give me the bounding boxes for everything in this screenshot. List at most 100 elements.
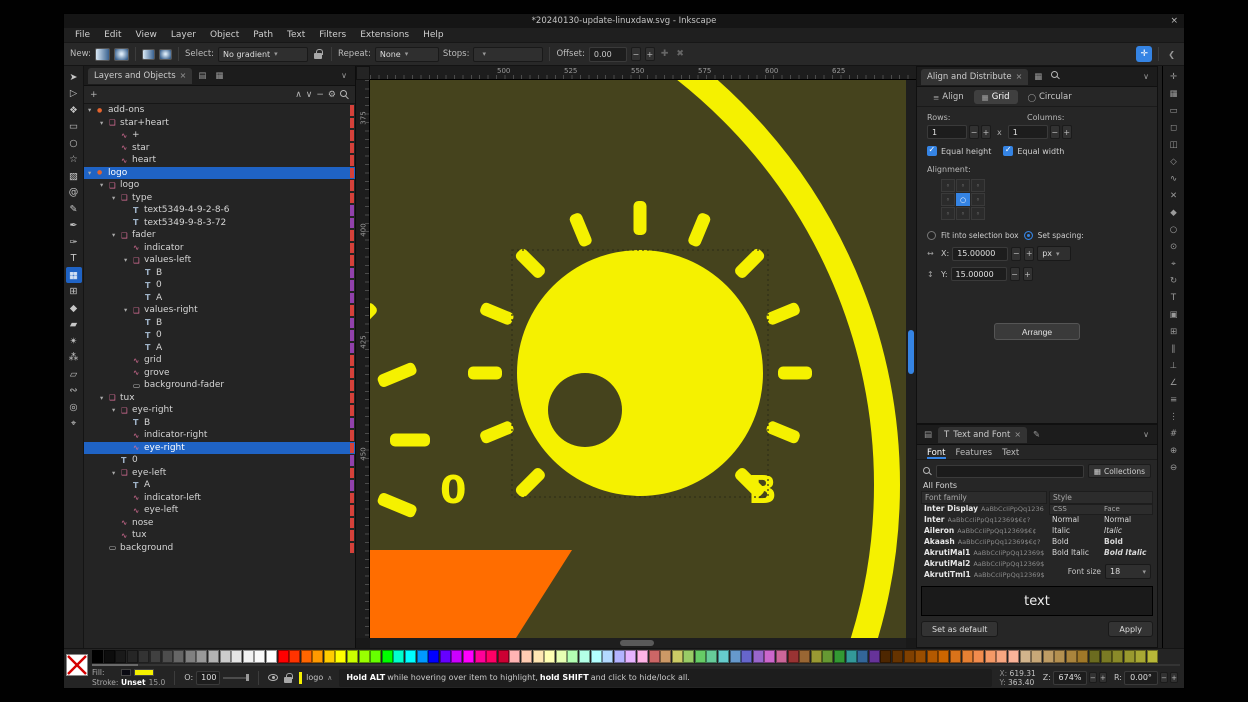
palette-swatch[interactable] (533, 650, 544, 663)
expander-icon[interactable]: ▾ (88, 169, 97, 177)
snap-smooth-node-icon[interactable]: ○ (1163, 221, 1184, 238)
delete-stop-icon[interactable]: ✖ (674, 49, 686, 59)
palette-swatch[interactable] (150, 650, 161, 663)
layer-row-eye-left[interactable]: ▾❑eye-left (84, 467, 355, 480)
style-row-normal[interactable]: NormalNormal (1049, 515, 1153, 526)
rotation-decrease-button[interactable]: − (1160, 672, 1168, 683)
expander-icon[interactable]: ▾ (124, 256, 133, 264)
dialog-tab-icon[interactable]: ✎ (1030, 430, 1043, 440)
palette-swatch[interactable] (382, 650, 393, 663)
snap-alignment-icon[interactable]: # (1163, 425, 1184, 442)
set-spacing-radio[interactable] (1024, 231, 1033, 240)
zoom-in-button[interactable]: + (1099, 672, 1107, 683)
gradient-on-fill-button[interactable] (142, 49, 155, 60)
connector-tool[interactable]: ∾ (66, 383, 82, 399)
palette-swatch[interactable] (289, 650, 300, 663)
close-tab-icon[interactable]: × (180, 71, 187, 80)
tux-beak-shape[interactable] (370, 550, 572, 638)
horizontal-ruler[interactable]: 500525550575600625 (370, 66, 916, 80)
menu-object[interactable]: Object (203, 30, 246, 40)
palette-swatch[interactable] (231, 650, 242, 663)
menu-help[interactable]: Help (416, 30, 451, 40)
palette-swatch[interactable] (614, 650, 625, 663)
layer-row-star+heart[interactable]: ▾❑star+heart (84, 117, 355, 130)
dialog-tab-icon[interactable]: ▦ (212, 71, 226, 81)
ellipse-tool[interactable]: ○ (66, 135, 82, 151)
spray-tool[interactable]: ⁂ (66, 350, 82, 366)
palette-swatch[interactable] (602, 650, 613, 663)
dialog-tab-icon[interactable]: ▤ (195, 71, 209, 81)
layer-row-indicator[interactable]: ∿indicator (84, 242, 355, 255)
close-tab-icon[interactable]: × (1016, 72, 1023, 81)
layer-row-type[interactable]: ▾❑type (84, 192, 355, 205)
palette-swatch[interactable] (637, 650, 648, 663)
horizontal-scrollbar[interactable] (370, 638, 906, 648)
snap-cusp-node-icon[interactable]: ◆ (1163, 204, 1184, 221)
tab-align[interactable]: ≡Align (925, 90, 972, 104)
align-anchor-cell[interactable]: ◦ (941, 179, 955, 192)
snap-distribution-icon[interactable]: ≡ (1163, 391, 1184, 408)
palette-swatch[interactable] (138, 650, 149, 663)
expander-icon[interactable]: ▾ (100, 181, 109, 189)
layer-row-logo[interactable]: ▾●logo (84, 167, 355, 180)
titlebar[interactable]: *20240130-update-linuxdaw.svg - Inkscape… (64, 14, 1184, 28)
dialog-tab-icon[interactable]: ▤ (921, 430, 935, 440)
columns-decrease-button[interactable]: − (1050, 125, 1060, 139)
palette-swatch[interactable] (312, 650, 323, 663)
menu-extensions[interactable]: Extensions (353, 30, 416, 40)
align-anchor-cell[interactable]: ◦ (971, 193, 985, 206)
layer-row-text5349-4-9-2-8-6[interactable]: Ttext5349-4-9-2-8-6 (84, 204, 355, 217)
font-family-row-akrutitml1[interactable]: AkrutiTml1AaBbCcIiPpQq12369$€¢ (921, 570, 1047, 581)
palette-swatch[interactable] (776, 650, 787, 663)
panel-menu-icon[interactable]: ∨ (1139, 430, 1153, 439)
palette-swatch[interactable] (173, 650, 184, 663)
palette-swatch[interactable] (846, 650, 857, 663)
palette-swatch[interactable] (544, 650, 555, 663)
snap-nodes-icon[interactable]: ◇ (1163, 153, 1184, 170)
palette-swatch[interactable] (324, 650, 335, 663)
dialog-tab-icon[interactable]: ▦ (1031, 72, 1045, 82)
palette-swatch[interactable] (799, 650, 810, 663)
layer-row-heart[interactable]: ∿heart (84, 154, 355, 167)
palette-swatch[interactable] (254, 650, 265, 663)
paint-bucket-tool[interactable]: ▰ (66, 317, 82, 333)
palette-swatch[interactable] (672, 650, 683, 663)
layer-row-tux[interactable]: ∿tux (84, 529, 355, 542)
menu-path[interactable]: Path (246, 30, 280, 40)
layer-row-background-fader[interactable]: ▭background-fader (84, 379, 355, 392)
palette-swatch[interactable] (451, 650, 462, 663)
pencil-tool[interactable]: ✎ (66, 201, 82, 217)
palette-swatch[interactable] (162, 650, 173, 663)
search-objects-icon[interactable] (340, 90, 349, 99)
y-decrease-button[interactable]: − (1010, 267, 1020, 281)
vertical-ruler[interactable]: 375400425450 (356, 80, 370, 638)
snap-midpoint-icon[interactable]: ⊙ (1163, 238, 1184, 255)
opacity-input[interactable]: 100 (196, 671, 220, 685)
palette-swatch[interactable] (104, 650, 115, 663)
layer-row-nose[interactable]: ∿nose (84, 517, 355, 530)
layer-row-background[interactable]: ▭background (84, 542, 355, 555)
expander-icon[interactable]: ▾ (88, 106, 97, 114)
measure-tool[interactable]: ⌖ (66, 416, 82, 432)
canvas-label-0[interactable]: 0 (440, 468, 466, 512)
palette-swatch[interactable] (857, 650, 868, 663)
palette-swatch[interactable] (869, 650, 880, 663)
palette-swatch[interactable] (1008, 650, 1019, 663)
tab-layers-and-objects[interactable]: Layers and Objects × (88, 68, 192, 84)
box-3d-tool[interactable]: ▧ (66, 168, 82, 184)
x-decrease-button[interactable]: − (1011, 247, 1021, 261)
palette-swatch[interactable] (1054, 650, 1065, 663)
palette-swatch[interactable] (1101, 650, 1112, 663)
canvas-viewport[interactable]: 0 B (370, 80, 906, 638)
font-family-row-aileron[interactable]: AileronAaBbCcIiPpQq12369$€¢ (921, 526, 1047, 537)
zoom-tool[interactable]: ◎ (66, 399, 82, 415)
snap-guide-icon[interactable]: ∥ (1163, 340, 1184, 357)
layer-row-indicator-right[interactable]: ∿indicator-right (84, 429, 355, 442)
expander-icon[interactable]: ▾ (124, 306, 133, 314)
palette-swatch[interactable] (359, 650, 370, 663)
arrange-button[interactable]: Arrange (994, 323, 1080, 340)
tweak-tool[interactable]: ✴ (66, 333, 82, 349)
palette-swatch[interactable] (892, 650, 903, 663)
layer-row-B[interactable]: TB (84, 317, 355, 330)
fill-type-swatch[interactable] (121, 669, 131, 676)
